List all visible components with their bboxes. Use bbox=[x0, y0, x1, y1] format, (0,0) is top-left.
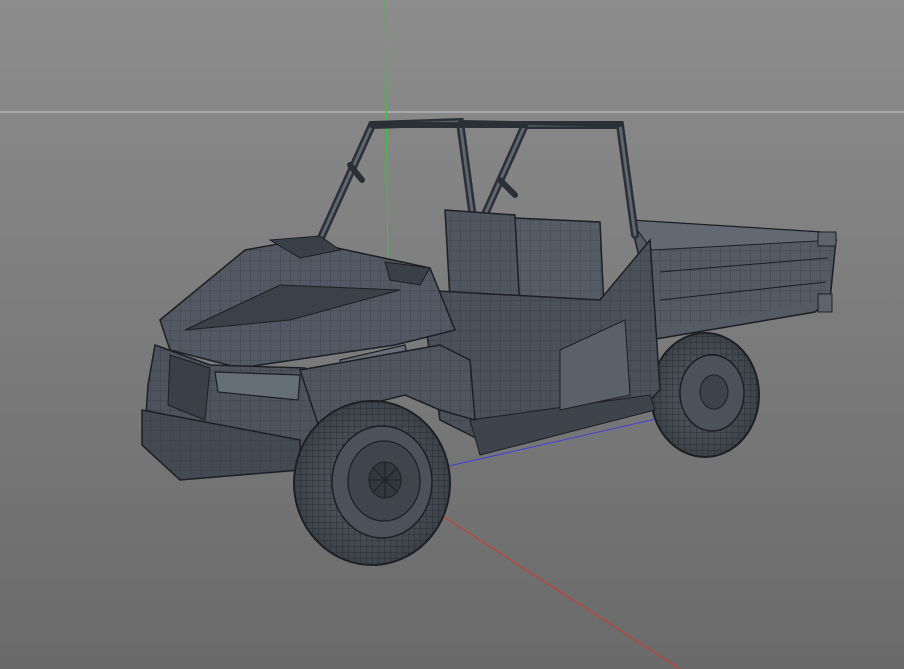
rear-wheel[interactable] bbox=[650, 332, 760, 458]
cargo-bed[interactable] bbox=[628, 219, 838, 341]
front-wheel[interactable] bbox=[293, 400, 451, 566]
viewport-canvas[interactable] bbox=[0, 0, 904, 669]
utv-model[interactable] bbox=[141, 117, 838, 566]
y-axis-line bbox=[384, 0, 389, 266]
hood[interactable] bbox=[159, 235, 457, 369]
3d-viewport[interactable] bbox=[0, 0, 904, 669]
x-axis-line bbox=[429, 507, 681, 669]
